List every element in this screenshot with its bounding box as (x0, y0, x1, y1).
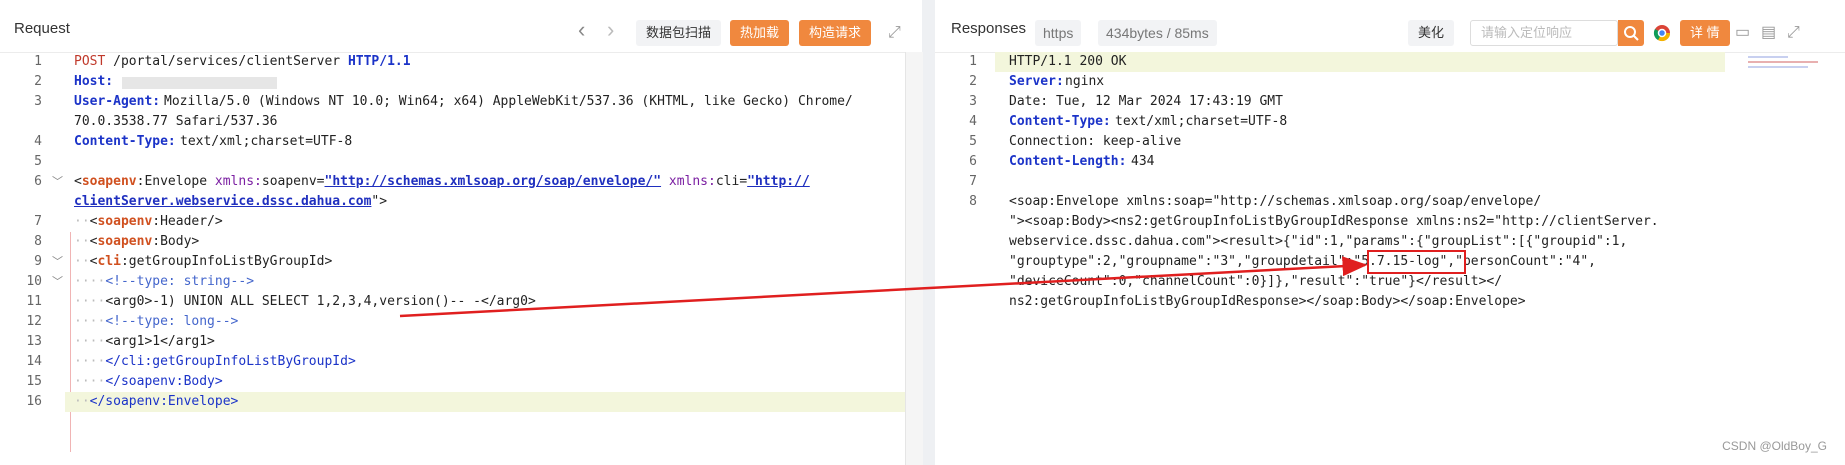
annotation-arrow (399, 256, 1368, 318)
